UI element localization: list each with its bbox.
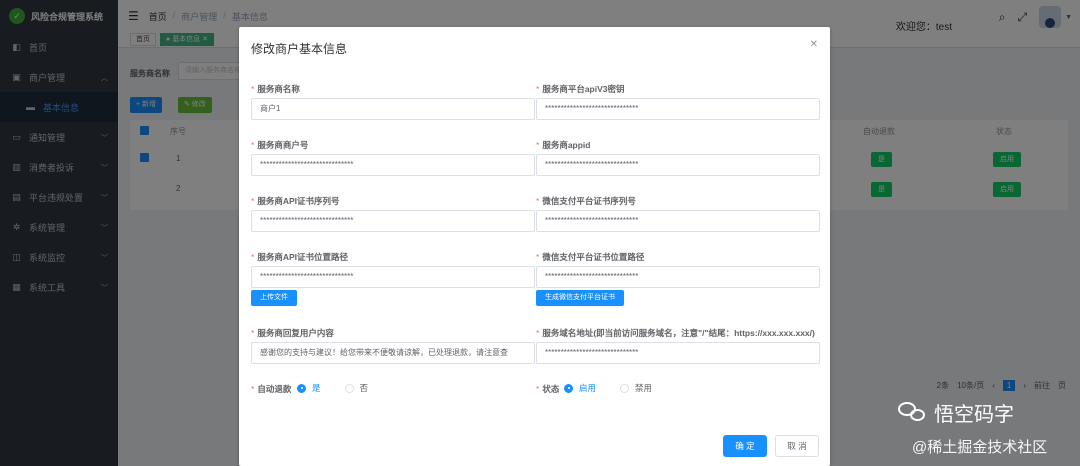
auto-refund-radio-group: 是 否: [297, 382, 386, 394]
radio-label[interactable]: 启用: [579, 382, 596, 394]
radio-label[interactable]: 禁用: [635, 382, 652, 394]
field-label-wx-cert-path: * 微信支付平台证书位置路径: [536, 252, 645, 262]
field-label-wx-cert-serial: * 微信支付平台证书序列号: [536, 196, 636, 206]
field-label-reply: * 服务商回复用户内容: [251, 328, 334, 338]
status-radio-group: 启用 禁用: [564, 382, 670, 394]
field-label-appid: * 服务商appid: [536, 140, 591, 150]
merchant-name-input[interactable]: 商户1: [251, 98, 535, 120]
field-label-name: * 服务商名称: [251, 84, 300, 94]
field-label-cert-path: * 服务商API证书位置路径: [251, 252, 348, 262]
label-text: 服务商API证书位置路径: [257, 252, 348, 262]
cert-path-input[interactable]: ******************************: [251, 266, 535, 288]
label-text: 自动退款: [257, 384, 292, 394]
generate-wx-cert-button[interactable]: 生成微信支付平台证书: [536, 290, 624, 306]
label-text: 服务商回复用户内容: [257, 328, 334, 338]
watermark: 悟空码字: [898, 398, 1014, 427]
field-label-apiv3: * 服务商平台apiV3密钥: [536, 84, 625, 94]
watermark-title: 悟空码字: [934, 404, 1014, 426]
cancel-button[interactable]: 取 消: [775, 435, 819, 457]
label-text: 微信支付平台证书位置路径: [542, 252, 645, 262]
upload-file-button[interactable]: 上传文件: [251, 290, 297, 306]
auto-refund-yes-radio[interactable]: [297, 383, 306, 393]
domain-input[interactable]: ******************************: [536, 342, 820, 364]
close-icon[interactable]: ✕: [810, 39, 818, 50]
wx-cert-serial-input[interactable]: ******************************: [536, 210, 820, 232]
field-label-status: * 状态: [536, 384, 560, 394]
label-text: 服务商平台apiV3密钥: [542, 84, 625, 94]
confirm-button[interactable]: 确 定: [723, 435, 767, 457]
label-text: 服务商商户号: [257, 140, 309, 150]
field-label-cert-serial: * 服务商API证书序列号: [251, 196, 340, 206]
status-disable-radio[interactable]: [620, 383, 630, 393]
wx-cert-path-input[interactable]: ******************************: [536, 266, 820, 288]
label-text: 微信支付平台证书序列号: [542, 196, 636, 206]
field-label-auto-refund: * 自动退款: [251, 384, 292, 394]
edit-merchant-dialog: 修改商户基本信息 ✕ * 服务商名称 商户1 * 服务商平台apiV3密钥 ****…: [239, 27, 830, 466]
watermark-source: @稀土掘金技术社区: [912, 439, 1048, 456]
wechat-icon: [898, 401, 928, 424]
field-label-mchid: * 服务商商户号: [251, 140, 309, 150]
label-text: 服务商appid: [542, 140, 591, 150]
label-text: 服务商API证书序列号: [257, 196, 340, 206]
field-label-domain: * 服务域名地址(即当前访问服务域名，注意"/"结尾：https://xxx.xx…: [536, 328, 815, 338]
mchid-input[interactable]: ******************************: [251, 154, 535, 176]
label-text: 状态: [542, 384, 560, 394]
auto-refund-no-radio[interactable]: [344, 383, 354, 393]
appid-input[interactable]: ******************************: [536, 154, 820, 176]
label-text: 服务域名地址(即当前访问服务域名，注意"/"结尾：https://xxx.xxx…: [542, 328, 815, 338]
radio-label[interactable]: 否: [360, 382, 369, 394]
radio-label[interactable]: 是: [312, 382, 321, 394]
wechat-bubble-small: [910, 408, 925, 421]
status-enable-radio[interactable]: [564, 383, 573, 393]
label-text: 服务商名称: [257, 84, 300, 94]
reply-content-input[interactable]: 感谢您的支持与建议！给您带来不便敬请谅解，已处理退款，请注意查: [251, 342, 535, 364]
dialog-title: 修改商户基本信息: [251, 42, 348, 56]
cert-serial-input[interactable]: ******************************: [251, 210, 535, 232]
apiv3-key-input[interactable]: ******************************: [536, 98, 820, 120]
